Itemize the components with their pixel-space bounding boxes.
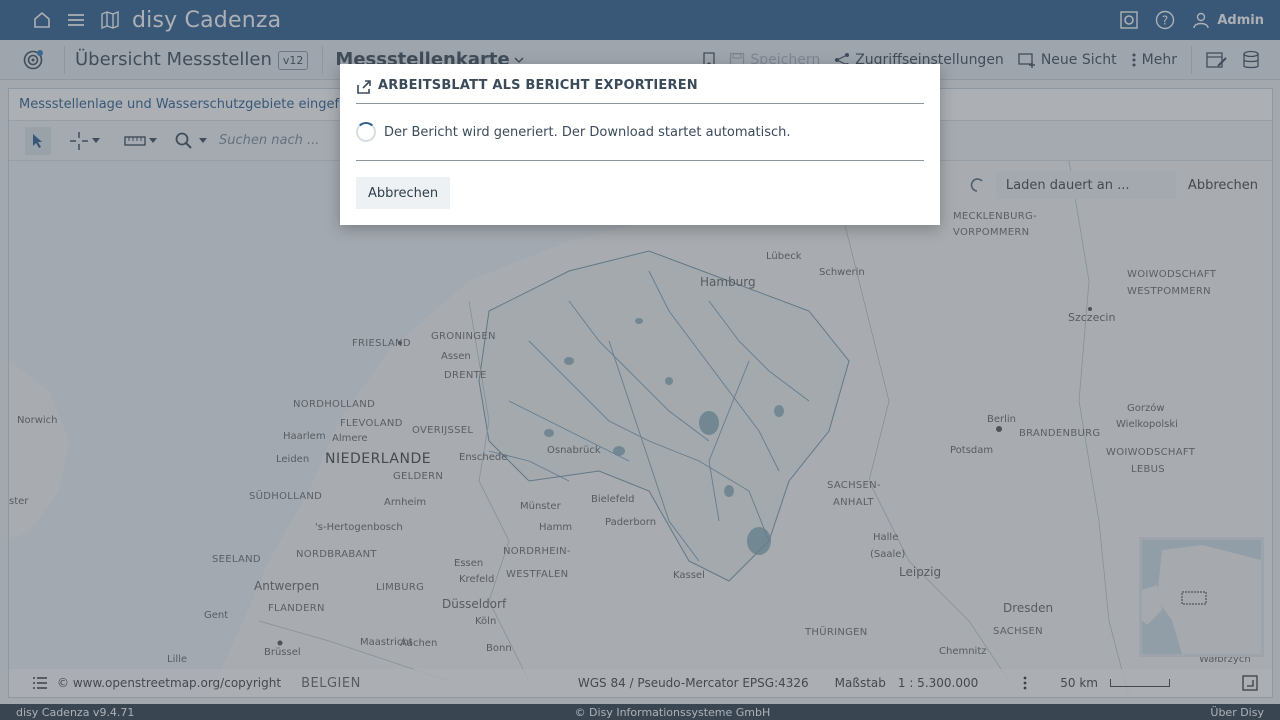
dialog-body: Der Bericht wird generiert. Der Download… (356, 104, 924, 161)
progress-spinner-icon (356, 122, 376, 142)
dialog-message: Der Bericht wird generiert. Der Download… (384, 124, 791, 140)
cancel-button[interactable]: Abbrechen (356, 177, 451, 209)
export-report-dialog: ARBEITSBLATT ALS BERICHT EXPORTIEREN Der… (340, 64, 940, 225)
dialog-title: ARBEITSBLATT ALS BERICHT EXPORTIEREN (378, 78, 698, 93)
dialog-header: ARBEITSBLATT ALS BERICHT EXPORTIEREN (356, 78, 924, 104)
export-icon (357, 80, 371, 94)
